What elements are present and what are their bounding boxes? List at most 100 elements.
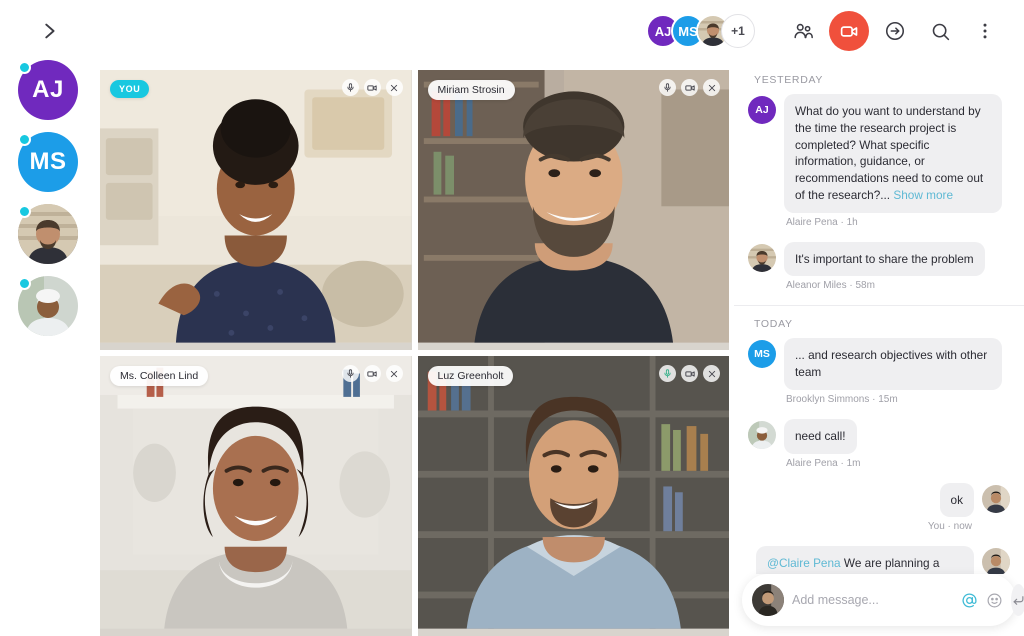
- message-body: @Claire Pena We are planning a video cal…: [756, 546, 974, 574]
- top-header: AJ MS +1: [96, 0, 1024, 62]
- video-tile-you[interactable]: YOU: [100, 70, 412, 350]
- microphone-icon: [346, 369, 354, 378]
- chat-message-list[interactable]: YESTERDAY AJ What do you want to underst…: [734, 62, 1024, 574]
- camera-toggle[interactable]: [681, 365, 698, 382]
- avatar-photo: [748, 420, 776, 449]
- sidebar-participant-3[interactable]: [18, 204, 78, 264]
- at-sign-icon: [962, 592, 977, 608]
- message-bubble: What do you want to understand by the ti…: [784, 94, 1002, 213]
- remove-participant[interactable]: [703, 79, 720, 96]
- exit-arrow-icon: [886, 21, 904, 41]
- tile-controls: [341, 79, 403, 96]
- message-body: What do you want to understand by the ti…: [784, 94, 1002, 238]
- video-tile-ms-colleen-lind[interactable]: Ms. Colleen Lind: [100, 356, 412, 636]
- leave-call-button[interactable]: [876, 12, 914, 50]
- chat-message: MS ... and research objectives with othe…: [748, 338, 1010, 415]
- video-camera-icon: [367, 370, 377, 377]
- sidebar-participant-2[interactable]: MS: [18, 132, 78, 192]
- message-bubble: ok: [939, 482, 974, 518]
- video-tile-miriam-strosin[interactable]: Miriam Strosin: [417, 70, 729, 350]
- enter-arrow-icon: [1013, 595, 1024, 605]
- online-status-dot: [18, 61, 31, 74]
- chat-message: need call! Alaire Pena · 1m: [748, 418, 1010, 479]
- video-tile-luz-greenholt[interactable]: Luz Greenholt: [417, 356, 729, 636]
- remove-participant[interactable]: [385, 79, 403, 96]
- message-meta: Alaire Pena · 1h: [786, 216, 858, 228]
- sidebar-participant-4[interactable]: [18, 276, 78, 336]
- video-camera-icon: [840, 25, 857, 37]
- message-body: ... and research objectives with other t…: [784, 338, 1002, 415]
- video-camera-icon: [684, 84, 695, 91]
- chat-message-outgoing: @Claire Pena We are planning a video cal…: [748, 546, 1010, 574]
- avatar-photo: [982, 484, 1010, 513]
- tile-controls: [659, 365, 720, 382]
- people-icon: [794, 23, 813, 39]
- message-bubble: ... and research objectives with other t…: [784, 338, 1002, 390]
- day-separator-yesterday: YESTERDAY: [754, 74, 824, 86]
- header-participant-stack[interactable]: AJ MS +1: [646, 14, 755, 48]
- remove-participant[interactable]: [385, 365, 403, 382]
- avatar-photo: [982, 548, 1010, 574]
- message-avatar: [748, 420, 776, 449]
- message-avatar: [748, 243, 776, 272]
- tile-name-badge: Miriam Strosin: [427, 80, 515, 100]
- composer-avatar: [752, 584, 784, 616]
- message-input[interactable]: [792, 593, 953, 607]
- video-grid: YOU Miriam Strosin Ms. Colleen Lind Luz …: [100, 70, 729, 636]
- video-feed: [100, 70, 412, 343]
- message-avatar: MS: [748, 340, 776, 369]
- online-status-dot: [18, 133, 31, 146]
- tile-name-badge: Luz Greenholt: [427, 366, 514, 386]
- avatar-photo: [752, 584, 784, 616]
- online-status-dot: [18, 205, 31, 218]
- sidebar-expand-button[interactable]: [34, 16, 64, 46]
- video-feed: [417, 356, 729, 629]
- video-feed: [417, 70, 729, 343]
- microphone-icon: [346, 83, 354, 92]
- chat-message: It's important to share the problem Alea…: [748, 241, 1010, 302]
- sidebar-participant-1[interactable]: AJ: [18, 60, 78, 120]
- message-composer: [742, 574, 1024, 626]
- video-camera-icon: [684, 370, 695, 377]
- mention-link[interactable]: @Claire Pena: [767, 556, 841, 570]
- sidebar-participant-list: AJ MS: [18, 60, 78, 336]
- tile-name-badge: Ms. Colleen Lind: [110, 366, 209, 386]
- camera-toggle[interactable]: [363, 79, 381, 96]
- message-meta: Aleanor Miles · 58m: [786, 280, 875, 292]
- mention-button[interactable]: [961, 587, 978, 613]
- smiley-icon: [987, 593, 1002, 607]
- message-body: It's important to share the problem Alea…: [784, 241, 985, 302]
- chat-message-outgoing: ok You · now: [748, 482, 1010, 543]
- tile-controls: [659, 79, 720, 96]
- message-avatar: [982, 548, 1010, 574]
- microphone-icon: [664, 369, 671, 378]
- close-icon: [708, 84, 715, 91]
- camera-toggle[interactable]: [681, 79, 698, 96]
- message-bubble: @Claire Pena We are planning a video cal…: [756, 546, 974, 574]
- video-camera-icon: [367, 84, 377, 91]
- message-meta: You · now: [927, 521, 972, 533]
- search-button[interactable]: [921, 12, 959, 50]
- message-meta: Alaire Pena · 1m: [786, 457, 861, 469]
- message-text: What do you want to understand by the ti…: [795, 104, 984, 202]
- mic-toggle[interactable]: [341, 79, 359, 96]
- send-message-button[interactable]: [1011, 584, 1024, 616]
- more-options-button[interactable]: [966, 12, 1004, 50]
- message-bubble: need call!: [784, 418, 857, 454]
- mic-toggle[interactable]: [341, 365, 359, 382]
- message-bubble: It's important to share the problem: [784, 241, 985, 277]
- vertical-dots-icon: [983, 23, 987, 39]
- message-body: ok You · now: [926, 482, 974, 543]
- mic-toggle[interactable]: [659, 79, 676, 96]
- search-icon: [932, 23, 949, 40]
- participants-button[interactable]: [784, 12, 822, 50]
- message-avatar: AJ: [748, 96, 776, 124]
- emoji-button[interactable]: [986, 587, 1003, 613]
- header-avatar-overflow[interactable]: +1: [721, 14, 755, 48]
- remove-participant[interactable]: [703, 365, 720, 382]
- camera-toggle[interactable]: [363, 365, 381, 382]
- show-more-link[interactable]: Show more: [893, 188, 953, 202]
- message-meta: Brooklyn Simmons · 15m: [786, 393, 898, 405]
- mic-toggle[interactable]: [659, 365, 676, 382]
- start-video-call-button[interactable]: [829, 11, 869, 51]
